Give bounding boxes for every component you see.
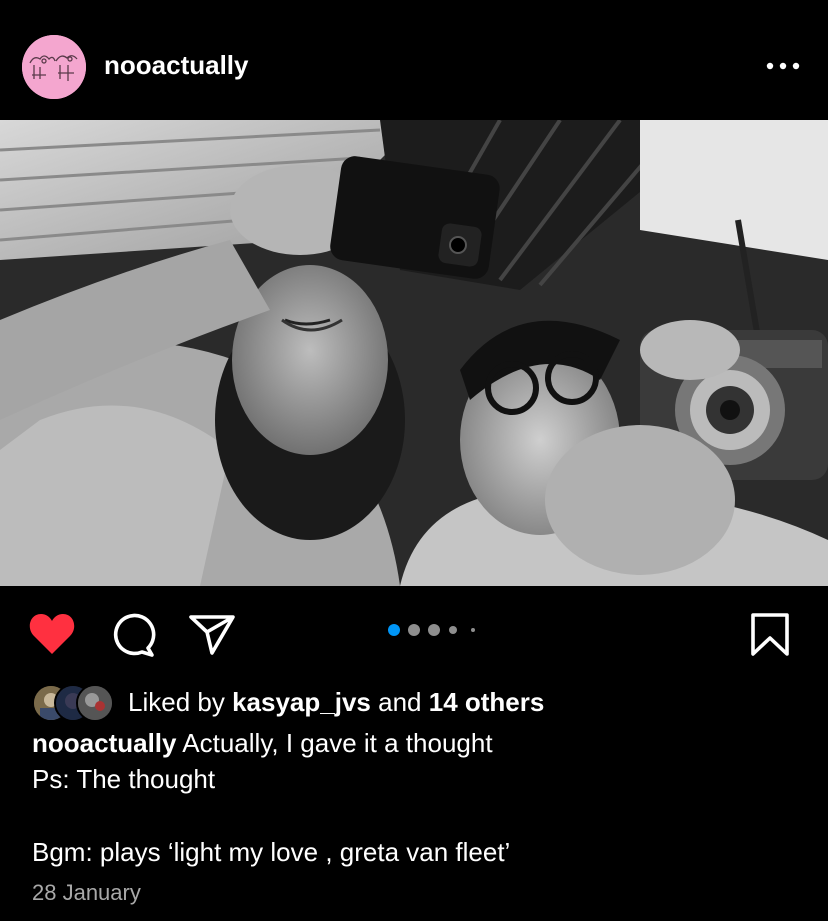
carousel-dot — [428, 624, 440, 636]
liked-by-label: Liked by — [128, 687, 225, 717]
caption-line: nooactually Actually, I gave it a though… — [32, 728, 493, 759]
more-icon — [766, 62, 800, 70]
caption-text: Actually, I gave it a thought — [182, 728, 493, 758]
liker-username[interactable]: kasyap_jvs — [232, 687, 371, 717]
bookmark-icon — [751, 613, 789, 656]
likes-connector: and — [378, 687, 422, 717]
share-icon — [189, 615, 235, 655]
post-date: 28 January — [32, 880, 141, 905]
carousel-dot — [388, 624, 400, 636]
like-button[interactable] — [28, 612, 76, 656]
caption-username[interactable]: nooactually — [32, 728, 176, 758]
more-options-button[interactable] — [760, 48, 808, 84]
caption-line: Ps: The thought — [32, 764, 216, 794]
comment-icon — [113, 613, 156, 657]
post-username[interactable]: nooactually — [104, 50, 248, 81]
carousel-indicator — [386, 624, 486, 636]
caption-line: Bgm: plays ‘light my love , greta van fl… — [32, 837, 511, 867]
likes-text: Liked by kasyap_jvs and 14 others — [128, 687, 544, 718]
bookmark-button[interactable] — [748, 612, 792, 658]
likes-others[interactable]: 14 others — [429, 687, 545, 717]
liker-avatar — [76, 684, 114, 722]
carousel-dot — [449, 626, 457, 634]
post-photo[interactable] — [0, 120, 828, 586]
share-button[interactable] — [188, 613, 236, 657]
profile-avatar[interactable] — [22, 35, 86, 99]
carousel-dot — [408, 624, 420, 636]
carousel-dot — [471, 628, 475, 632]
likes-row[interactable]: Liked by kasyap_jvs and 14 others — [32, 682, 812, 722]
post-header: nooactually — [0, 0, 828, 120]
comment-button[interactable] — [108, 612, 156, 658]
heart-icon — [29, 614, 75, 654]
